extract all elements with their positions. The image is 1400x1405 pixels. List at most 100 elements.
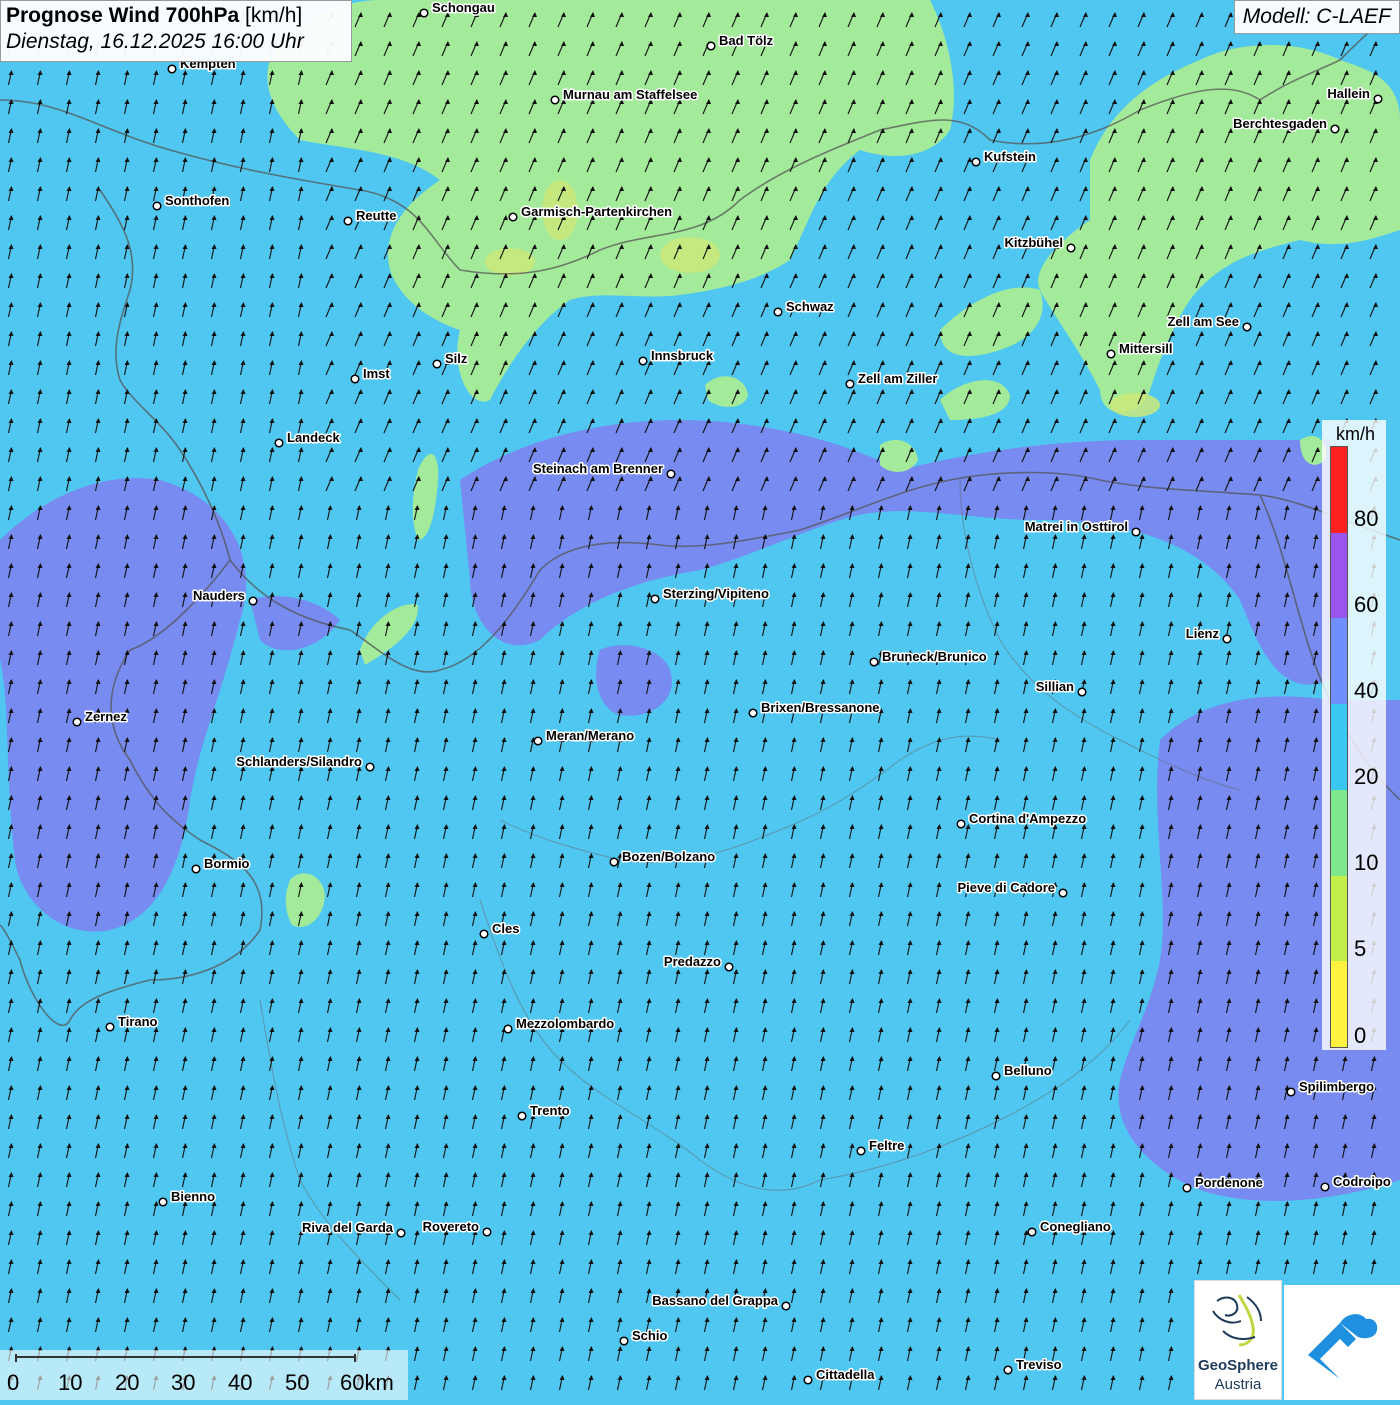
- city-dot: [1242, 322, 1252, 332]
- city-dot: [1106, 349, 1116, 359]
- city-label: Spilimbergo: [1299, 1079, 1374, 1094]
- legend-color-segment: [1331, 961, 1347, 1005]
- city-dot: [609, 857, 619, 867]
- city-dot: [1286, 1087, 1296, 1097]
- city-label: Mittersill: [1119, 341, 1172, 356]
- city-dot: [845, 379, 855, 389]
- city-label: Feltre: [869, 1138, 904, 1153]
- city-dot: [533, 736, 543, 746]
- city-label: Rovereto: [423, 1219, 479, 1234]
- legend-color-segment: [1331, 918, 1347, 962]
- title-unit: [km/h]: [239, 4, 303, 27]
- city-dot: [72, 717, 82, 727]
- city-dot: [396, 1228, 406, 1238]
- city-label: Schlanders/Silandro: [236, 754, 362, 769]
- city-dot: [1003, 1365, 1013, 1375]
- city-dot: [1058, 888, 1068, 898]
- scale-label-50: 50: [285, 1370, 310, 1395]
- legend-color-segment: [1331, 489, 1347, 533]
- city-dot: [1182, 1183, 1192, 1193]
- city-label: Riva del Garda: [302, 1220, 394, 1235]
- city-label: Sillian: [1036, 679, 1074, 694]
- legend-color-segment: [1331, 618, 1347, 662]
- city-label: Steinach am Brenner: [533, 461, 663, 476]
- city-label: Cles: [492, 921, 519, 936]
- geosphere-logo[interactable]: GeoSphere Austria: [1194, 1280, 1282, 1400]
- city-dot: [419, 8, 429, 18]
- legend-label-40: 40: [1354, 678, 1379, 703]
- city-label: Treviso: [1016, 1357, 1062, 1372]
- city-label: Tirano: [118, 1014, 158, 1029]
- city-marker: Cortina d'Ampezzo: [956, 810, 1088, 829]
- legend-label-10: 10: [1354, 850, 1379, 875]
- city-label: Kufstein: [984, 149, 1036, 164]
- city-label: Pordenone: [1195, 1175, 1263, 1190]
- city-dot: [773, 307, 783, 317]
- legend-unit: km/h: [1336, 424, 1376, 444]
- legend-color-segment: [1331, 747, 1347, 790]
- city-label: Kitzbühel: [1005, 235, 1064, 250]
- city-dot: [503, 1024, 513, 1034]
- city-marker: Bassano del Grappa: [651, 1292, 791, 1311]
- city-label: Trento: [530, 1103, 570, 1118]
- scale-label-60km: 60km: [340, 1370, 394, 1395]
- geosphere-subtitle: Austria: [1214, 1376, 1262, 1393]
- city-label: Landeck: [287, 430, 341, 445]
- city-marker: Bruneck/Brunico: [869, 648, 988, 667]
- city-dot: [724, 962, 734, 972]
- city-label: Matrei in Osttirol: [1025, 519, 1128, 534]
- app-logo-icon: [1308, 1314, 1378, 1379]
- city-dot: [666, 469, 676, 479]
- city-marker: Schongau: [419, 0, 496, 18]
- app-logo[interactable]: [1284, 1285, 1400, 1400]
- city-dot: [517, 1111, 527, 1121]
- legend-label-0: 0: [1354, 1023, 1367, 1048]
- city-dot: [650, 594, 660, 604]
- city-marker: Mezzolombardo: [503, 1015, 616, 1034]
- city-dot: [991, 1071, 1001, 1081]
- scale-tick: [354, 1354, 356, 1362]
- city-label: Zell am Ziller: [858, 371, 937, 386]
- city-dot: [158, 1197, 168, 1207]
- city-dot: [1077, 687, 1087, 697]
- city-marker: Garmisch-Partenkirchen: [508, 203, 674, 222]
- city-marker: Sterzing/Vipiteno: [650, 585, 770, 604]
- legend-color-segment: [1331, 789, 1347, 833]
- legend-color-bar: [1330, 446, 1348, 1048]
- scale-line: [15, 1356, 355, 1358]
- city-dot: [869, 657, 879, 667]
- city-dot: [956, 819, 966, 829]
- scale-tick: [15, 1354, 17, 1362]
- city-marker: Innsbruck: [638, 347, 715, 366]
- scale-label-40: 40: [228, 1370, 253, 1395]
- scale-bar: 0 10 20 30 40 50 60km: [0, 1350, 408, 1400]
- city-marker: Murnau am Staffelsee: [550, 86, 699, 105]
- legend-color-segment: [1331, 447, 1347, 490]
- city-label: Hallein: [1327, 86, 1370, 101]
- city-dot: [365, 762, 375, 772]
- scale-label-10: 10: [58, 1370, 83, 1395]
- legend-color-segment: [1331, 704, 1347, 748]
- city-label: Nauders: [193, 588, 245, 603]
- city-dot: [1066, 243, 1076, 253]
- city-label: Schio: [632, 1328, 667, 1343]
- city-label: Pieve di Cadore: [957, 880, 1055, 895]
- city-marker: Pieve di Cadore: [956, 879, 1068, 898]
- city-label: Bozen/Bolzano: [622, 849, 715, 864]
- city-label: Bad Tölz: [719, 33, 774, 48]
- city-marker: Steinach am Brenner: [531, 460, 676, 479]
- city-label: Bormio: [204, 856, 250, 871]
- city-dot: [350, 374, 360, 384]
- city-marker: Spilimbergo: [1286, 1078, 1376, 1097]
- city-label: Bruneck/Brunico: [882, 649, 987, 664]
- map-title: Prognose Wind 700hPa [km/h]: [6, 4, 346, 28]
- city-dot: [274, 438, 284, 448]
- city-dot: [638, 356, 648, 366]
- city-dot: [706, 41, 716, 51]
- city-label: Predazzo: [664, 954, 721, 969]
- city-label: Reutte: [356, 208, 396, 223]
- city-label: Silz: [445, 351, 468, 366]
- city-marker: Conegliano: [1027, 1218, 1112, 1237]
- title-main: Prognose Wind 700hPa: [6, 4, 240, 27]
- city-label: Innsbruck: [651, 348, 714, 363]
